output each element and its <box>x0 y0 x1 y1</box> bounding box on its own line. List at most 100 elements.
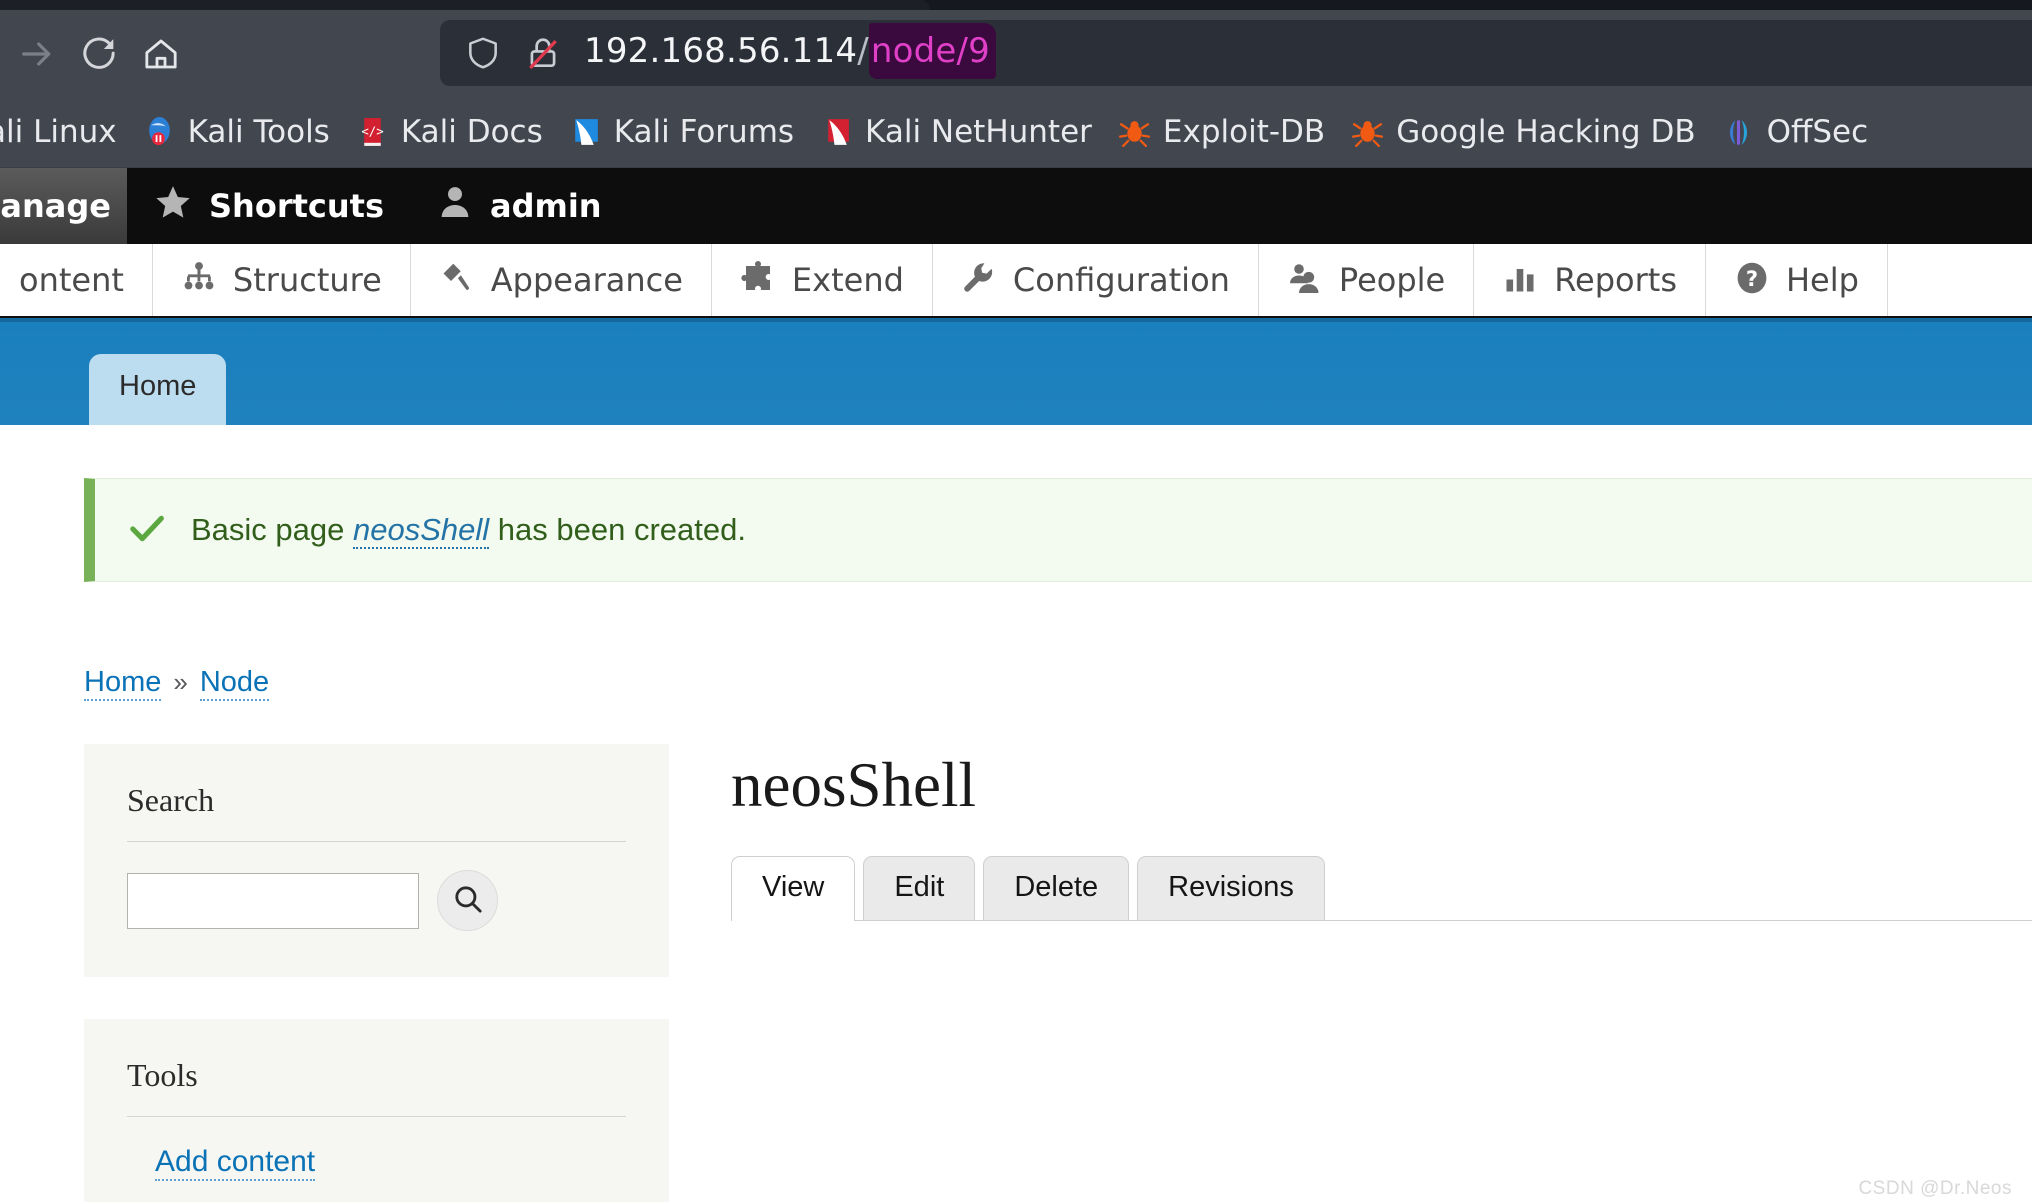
star-icon <box>153 182 193 230</box>
breadcrumb-item-node[interactable]: Node <box>199 666 270 701</box>
page-title: neosShell <box>731 750 976 820</box>
bookmarks-bar: ali Linux Kali Tools </> Kali Docs <box>0 97 2032 168</box>
status-message: Basic page neosShell has been created. <box>84 478 2032 582</box>
admin-user-label: admin <box>489 187 602 225</box>
nav-item-configuration[interactable]: Configuration <box>933 244 1259 316</box>
status-message-text: Basic page neosShell has been created. <box>191 512 746 549</box>
nav-label: Configuration <box>1012 261 1230 299</box>
exploit-db-icon <box>1118 116 1151 149</box>
user-icon <box>436 183 474 229</box>
sidebar-block-search: Search <box>84 744 669 977</box>
url-text[interactable]: 192.168.56.114/node/9 <box>584 30 996 76</box>
search-icon <box>451 882 485 919</box>
tools-link-add-content[interactable]: Add content <box>155 1145 316 1181</box>
status-suffix: has been created. <box>489 512 746 547</box>
drupal-secondary-nav: ontent Structure Appearance Extend Confi… <box>0 244 2032 318</box>
shield-icon[interactable] <box>464 34 502 72</box>
reload-button[interactable] <box>68 25 130 83</box>
bookmark-kali-tools[interactable]: Kali Tools <box>130 108 343 156</box>
toolbar-tab-shortcuts[interactable]: Shortcuts <box>127 168 410 244</box>
page-content: Basic page neosShell has been created. H… <box>0 425 2032 1202</box>
url-host: 192.168.56.114 <box>584 31 858 71</box>
sidebar-block-tools: Tools Add content <box>84 1019 669 1202</box>
url-path-highlighted: node/9 <box>868 30 996 76</box>
tab-delete[interactable]: Delete <box>983 856 1130 920</box>
nav-label: ontent <box>19 261 124 299</box>
browser-tabstrip-edge <box>0 0 2032 10</box>
nav-item-structure[interactable]: Structure <box>153 244 411 316</box>
home-button[interactable] <box>130 25 192 83</box>
kali-nethunter-icon <box>820 116 853 149</box>
breadcrumb: Home » Node <box>0 582 2032 701</box>
bookmark-label: ali Linux <box>0 114 117 150</box>
bookmark-label: Kali NetHunter <box>865 114 1092 150</box>
bookmark-kali-nethunter[interactable]: Kali NetHunter <box>807 108 1105 156</box>
status-node-link[interactable]: neosShell <box>353 512 490 549</box>
nav-label: Extend <box>791 261 904 299</box>
content-icon <box>0 260 3 301</box>
search-button[interactable] <box>437 870 498 931</box>
kali-forums-icon <box>569 116 602 149</box>
nav-item-appearance[interactable]: Appearance <box>411 244 712 316</box>
wrench-icon <box>961 260 997 301</box>
bookmark-offsec[interactable]: OffSec <box>1709 108 1882 156</box>
bookmark-label: OffSec <box>1766 114 1869 150</box>
broken-lock-icon[interactable] <box>524 34 562 72</box>
appearance-icon <box>439 260 475 301</box>
nav-item-content[interactable]: ontent <box>0 244 153 316</box>
search-input[interactable] <box>127 872 419 929</box>
search-row <box>127 870 626 931</box>
svg-text:?: ? <box>1746 267 1758 291</box>
nav-label: Help <box>1785 261 1859 299</box>
watermark: CSDN @Dr.Neos <box>1858 1178 2012 1199</box>
tab-edit[interactable]: Edit <box>863 856 976 920</box>
bookmark-label: Kali Forums <box>613 114 795 150</box>
people-icon <box>1287 260 1323 301</box>
question-circle-icon: ? <box>1734 260 1770 301</box>
forward-button[interactable] <box>6 25 68 83</box>
address-bar[interactable]: 192.168.56.114/node/9 <box>440 20 2032 86</box>
home-icon <box>141 34 181 74</box>
offsec-icon <box>1722 116 1755 149</box>
nav-item-help[interactable]: ? Help <box>1706 244 1888 316</box>
toolbar-tab-manage[interactable]: anage <box>0 168 127 244</box>
checkmark-icon <box>127 508 167 553</box>
nav-item-extend[interactable]: Extend <box>712 244 933 316</box>
svg-text:</>: </> <box>361 124 383 138</box>
status-prefix: Basic page <box>191 512 353 547</box>
structure-icon <box>181 260 217 301</box>
arrow-right-icon <box>17 34 57 74</box>
content-columns: Search Tools Add content neosShell View … <box>0 701 2032 1202</box>
bookmark-label: Kali Docs <box>400 114 543 150</box>
bookmark-kali-forums[interactable]: Kali Forums <box>556 108 807 156</box>
nav-label: Appearance <box>490 261 683 299</box>
site-tab-home-label: Home <box>119 370 197 402</box>
drupal-admin-toolbar: anage Shortcuts admin <box>0 168 2032 244</box>
bookmark-google-hacking-db[interactable]: Google Hacking DB <box>1338 108 1708 156</box>
nav-item-reports[interactable]: Reports <box>1474 244 1706 316</box>
nav-label: Reports <box>1554 261 1677 299</box>
bar-chart-icon <box>1502 260 1538 301</box>
status-message-wrapper: Basic page neosShell has been created. <box>0 425 2032 582</box>
reload-icon <box>79 34 119 74</box>
browser-nav-toolbar: 192.168.56.114/node/9 <box>0 10 2032 97</box>
tab-revisions[interactable]: Revisions <box>1137 856 1325 920</box>
toolbar-tab-admin-user[interactable]: admin <box>410 168 628 244</box>
nav-label: People <box>1338 261 1446 299</box>
site-tab-bar: Home <box>0 318 2032 425</box>
node-action-tabs: View Edit Delete Revisions <box>731 855 2032 921</box>
nav-item-people[interactable]: People <box>1259 244 1475 316</box>
bookmark-label: Kali Tools <box>187 114 330 150</box>
shortcuts-label: Shortcuts <box>209 187 384 225</box>
breadcrumb-separator: » <box>173 667 188 697</box>
bookmark-exploit-db[interactable]: Exploit-DB <box>1105 108 1338 156</box>
breadcrumb-item-home[interactable]: Home <box>84 666 162 701</box>
bookmark-kali-docs[interactable]: </> Kali Docs <box>343 108 556 156</box>
kali-docs-icon: </> <box>356 116 389 149</box>
tab-view[interactable]: View <box>731 856 856 921</box>
google-hacking-db-icon <box>1351 116 1384 149</box>
nav-label: Structure <box>232 261 382 299</box>
bookmark-kali-linux[interactable]: ali Linux <box>0 108 130 156</box>
site-tab-home[interactable]: Home <box>89 354 227 425</box>
